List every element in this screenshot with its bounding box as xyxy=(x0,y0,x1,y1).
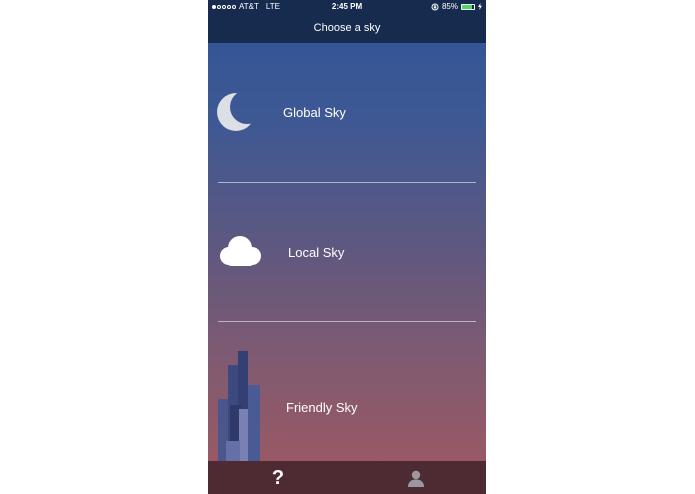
sky-option-friendly[interactable]: Friendly Sky xyxy=(208,322,486,461)
sky-option-local[interactable]: Local Sky xyxy=(208,183,486,321)
sky-option-label: Global Sky xyxy=(283,105,346,120)
tab-bar: ? xyxy=(208,461,486,494)
moon-icon xyxy=(217,93,255,131)
battery-percent: 85% xyxy=(441,2,458,11)
rotation-lock-icon xyxy=(431,3,439,10)
help-tab[interactable]: ? xyxy=(248,461,308,494)
battery-icon xyxy=(461,3,475,10)
charging-bolt-icon xyxy=(478,3,482,10)
skyline-icon xyxy=(218,351,260,461)
status-right: 85% xyxy=(431,2,482,11)
battery-fill xyxy=(462,4,473,9)
profile-tab[interactable] xyxy=(386,461,446,494)
sky-option-label: Friendly Sky xyxy=(286,400,358,415)
nav-bar: Choose a sky xyxy=(208,14,486,43)
sky-option-label: Local Sky xyxy=(288,245,345,260)
help-icon: ? xyxy=(271,466,285,489)
cloud-icon xyxy=(220,236,261,266)
page-title: Choose a sky xyxy=(313,22,381,34)
app-screen: AT&T LTE 2:45 PM 85% Choose a sky Global… xyxy=(208,0,486,494)
status-bar: AT&T LTE 2:45 PM 85% xyxy=(208,0,486,14)
sky-option-global[interactable]: Global Sky xyxy=(208,43,486,182)
profile-icon xyxy=(408,470,424,487)
